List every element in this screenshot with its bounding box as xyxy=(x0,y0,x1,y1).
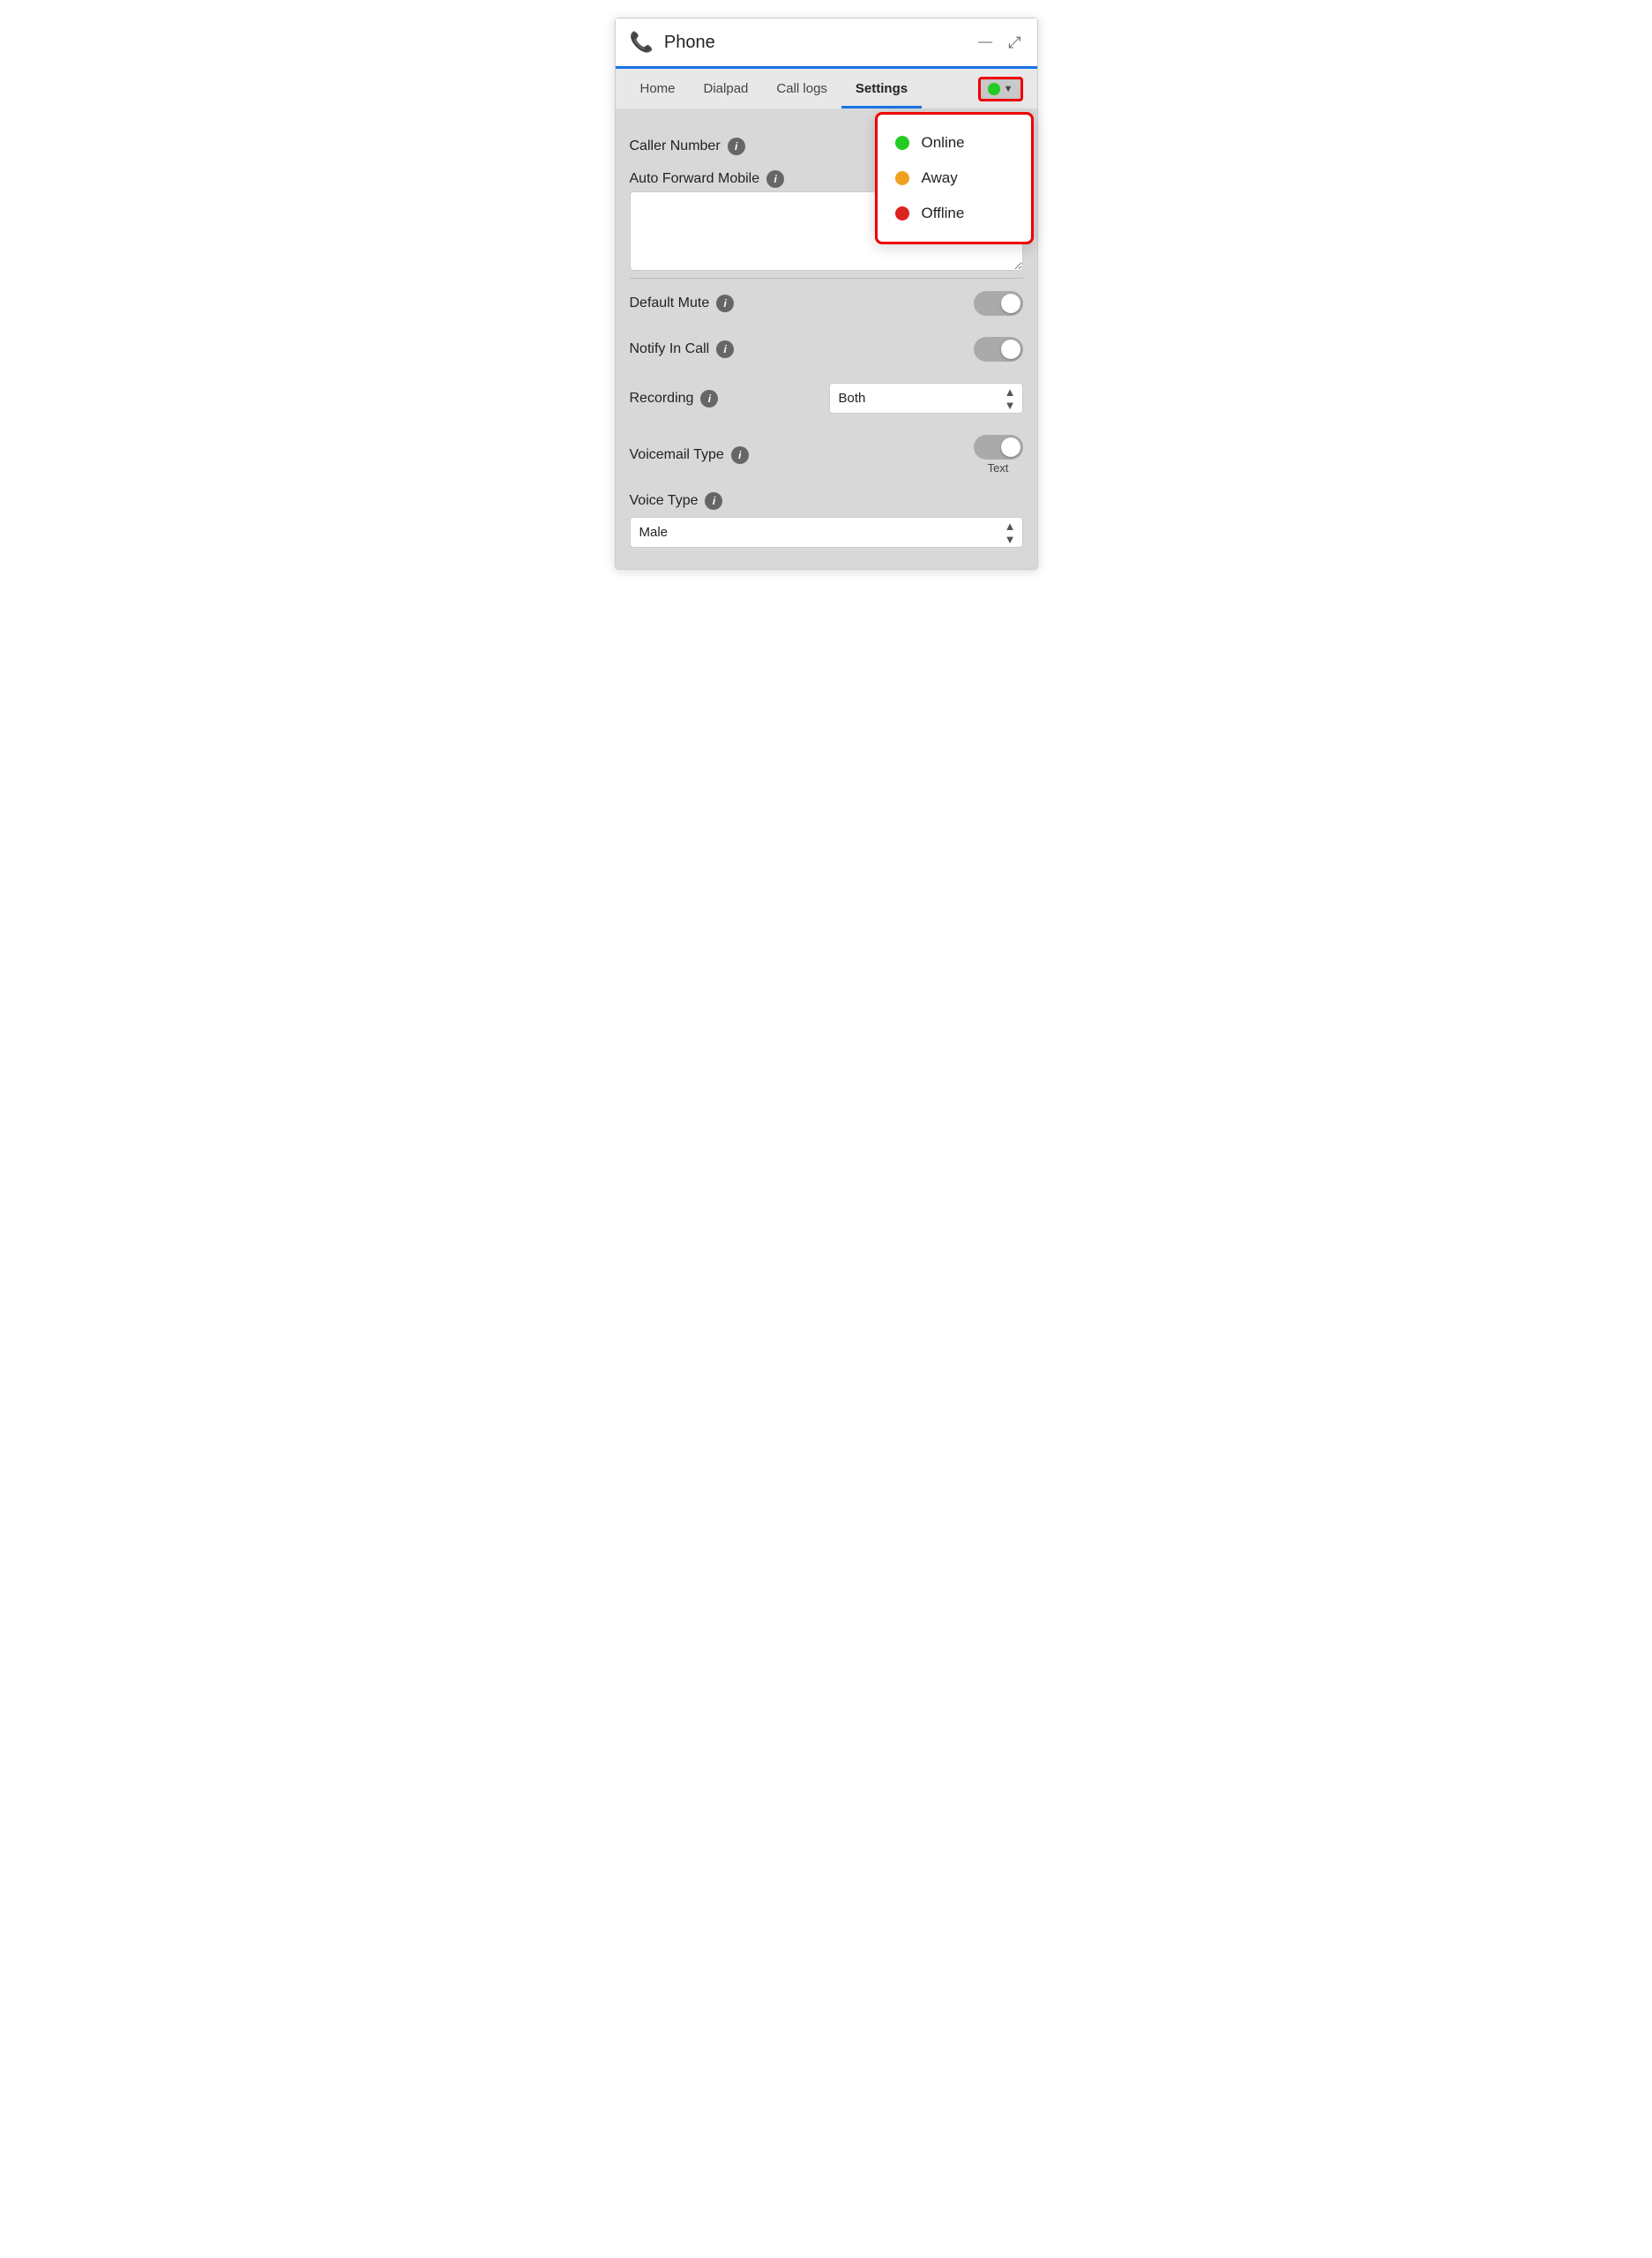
notify-in-call-toggle[interactable] xyxy=(974,337,1023,362)
notify-in-call-label-group: Notify In Call i xyxy=(630,340,735,358)
default-mute-info-icon[interactable]: i xyxy=(716,295,734,312)
status-button[interactable]: ▼ xyxy=(978,77,1023,101)
status-dropdown: Online Away Offline xyxy=(875,112,1034,244)
phone-icon: 📞 xyxy=(630,31,654,54)
recording-label: Recording xyxy=(630,391,694,407)
caller-number-info-icon[interactable]: i xyxy=(728,138,745,155)
status-indicator-dot xyxy=(988,83,1000,95)
voicemail-type-label-group: Voicemail Type i xyxy=(630,446,749,464)
voicemail-type-info-icon[interactable]: i xyxy=(731,446,749,464)
online-label: Online xyxy=(922,134,965,152)
away-dot xyxy=(895,171,909,185)
recording-select[interactable]: Both Inbound Outbound None xyxy=(829,383,1023,414)
voice-type-section: Voice Type i Male Female ▲▼ xyxy=(630,485,1023,555)
window-title: Phone xyxy=(664,33,715,53)
recording-row: Recording i Both Inbound Outbound None ▲… xyxy=(630,372,1023,424)
auto-forward-info-icon[interactable]: i xyxy=(766,170,784,188)
voicemail-type-thumb xyxy=(1001,437,1020,457)
caller-number-label-group: Caller Number i xyxy=(630,138,745,155)
voicemail-type-section: Voicemail Type i Text xyxy=(630,424,1023,485)
recording-select-wrapper: Both Inbound Outbound None ▲▼ xyxy=(829,383,1023,414)
caller-number-label: Caller Number xyxy=(630,138,721,154)
voicemail-type-sublabel: Text xyxy=(988,461,1009,475)
recording-info-icon[interactable]: i xyxy=(700,390,718,407)
status-option-offline[interactable]: Offline xyxy=(895,196,1013,231)
tab-home[interactable]: Home xyxy=(626,69,690,108)
nav-bar: Home Dialpad Call logs Settings ▼ Online… xyxy=(616,69,1037,108)
default-mute-row: Default Mute i xyxy=(630,280,1023,326)
notify-in-call-thumb xyxy=(1001,340,1020,359)
offline-dot xyxy=(895,206,909,221)
voice-type-select-wrapper: Male Female ▲▼ xyxy=(630,517,1023,548)
default-mute-toggle[interactable] xyxy=(974,291,1023,316)
status-option-online[interactable]: Online xyxy=(895,125,1013,161)
voice-type-select[interactable]: Male Female xyxy=(630,517,1023,548)
voice-type-label-group: Voice Type i xyxy=(630,492,1023,510)
offline-label: Offline xyxy=(922,205,965,222)
title-bar-left: 📞 Phone xyxy=(630,31,715,54)
default-mute-label: Default Mute xyxy=(630,295,710,311)
online-dot xyxy=(895,136,909,150)
auto-forward-label: Auto Forward Mobile xyxy=(630,171,760,187)
default-mute-label-group: Default Mute i xyxy=(630,295,735,312)
voice-type-label: Voice Type xyxy=(630,493,699,509)
title-bar-right: — ⤢ xyxy=(976,32,1022,54)
phone-window: 📞 Phone — ⤢ Home Dialpad Call logs Setti… xyxy=(615,18,1038,570)
voicemail-type-row: Voicemail Type i Text xyxy=(630,435,1023,475)
minimize-button[interactable]: — xyxy=(976,33,994,52)
recording-label-group: Recording i xyxy=(630,390,719,407)
popout-button[interactable]: ⤢ xyxy=(1006,32,1022,54)
voicemail-toggle-wrap: Text xyxy=(974,435,1023,475)
away-label: Away xyxy=(922,169,958,187)
notify-in-call-label: Notify In Call xyxy=(630,341,710,357)
voicemail-type-label: Voicemail Type xyxy=(630,447,724,463)
voicemail-type-toggle[interactable] xyxy=(974,435,1023,460)
status-option-away[interactable]: Away xyxy=(895,161,1013,196)
tab-settings[interactable]: Settings xyxy=(841,69,922,108)
voice-type-info-icon[interactable]: i xyxy=(705,492,722,510)
tab-calllogs[interactable]: Call logs xyxy=(762,69,841,108)
tab-dialpad[interactable]: Dialpad xyxy=(690,69,763,108)
notify-in-call-row: Notify In Call i xyxy=(630,326,1023,372)
divider-1 xyxy=(630,278,1023,279)
default-mute-thumb xyxy=(1001,294,1020,313)
title-bar: 📞 Phone — ⤢ xyxy=(616,19,1037,69)
status-chevron-icon: ▼ xyxy=(1004,84,1013,94)
notify-in-call-info-icon[interactable]: i xyxy=(716,340,734,358)
